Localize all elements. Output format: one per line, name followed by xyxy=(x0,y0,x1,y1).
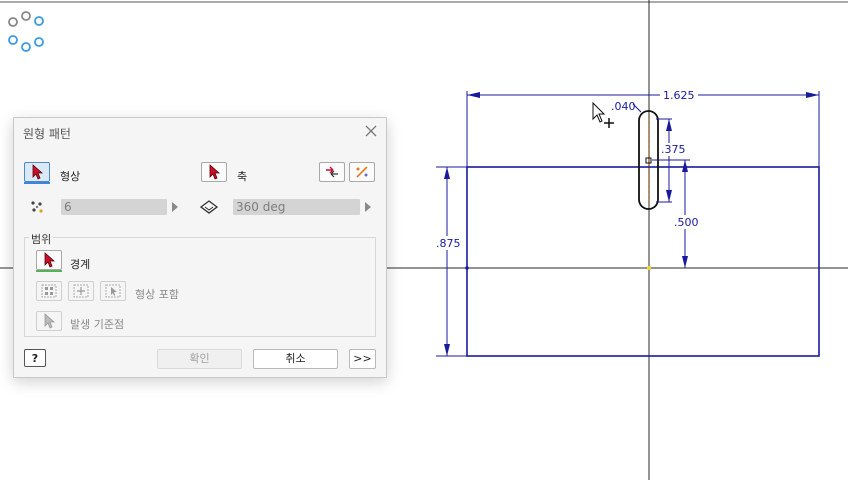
dimension-slot-depth[interactable]: .500 xyxy=(652,159,699,268)
angle-spin-icon[interactable] xyxy=(364,201,372,213)
flip-direction-icon xyxy=(326,166,338,178)
grid-select-inner-icon xyxy=(73,284,89,298)
circular-pattern-dialog: 원형 패턴 형상 축 6 360 deg 범위 경계 형상 포함 발생 기준점 … xyxy=(13,117,387,378)
include-inner-button[interactable] xyxy=(68,281,94,301)
midplane-button[interactable] xyxy=(349,162,375,182)
dimension-slot-depth-text: .500 xyxy=(674,216,699,229)
grid-select-all-icon xyxy=(41,284,57,298)
extents-group-title: 범위 xyxy=(29,231,54,247)
boundary-status-underline xyxy=(36,270,62,272)
cursor-arrow-icon xyxy=(44,313,56,329)
grid-select-pick-icon xyxy=(105,284,121,298)
base-point-button[interactable] xyxy=(36,311,62,331)
cancel-button[interactable]: 취소 xyxy=(253,349,338,369)
cursor-arrow-icon xyxy=(209,164,221,180)
base-point-label: 발생 기준점 xyxy=(70,318,125,331)
geometry-select-button[interactable] xyxy=(24,162,50,182)
cursor-arrow-icon xyxy=(32,164,44,180)
dialog-title: 원형 패턴 xyxy=(23,127,71,141)
dimension-overall-width[interactable]: 1.625 xyxy=(466,88,820,167)
more-options-button[interactable]: >> xyxy=(349,349,376,369)
pattern-angle-icon xyxy=(200,200,218,214)
corner-point xyxy=(465,266,469,270)
boundary-label: 경계 xyxy=(70,258,91,271)
dimension-height-text: .875 xyxy=(436,237,461,250)
angle-field[interactable]: 360 deg xyxy=(233,199,360,215)
sketch-rectangle[interactable] xyxy=(466,166,820,357)
include-all-button[interactable] xyxy=(36,281,62,301)
flip-direction-button[interactable] xyxy=(319,162,345,182)
cursor-arrow-icon xyxy=(44,252,56,268)
pattern-count-icon xyxy=(31,201,43,213)
include-features-label: 형상 포함 xyxy=(135,288,179,301)
midplane-icon xyxy=(356,166,368,178)
axis-label: 축 xyxy=(237,170,248,183)
count-spin-icon[interactable] xyxy=(171,201,179,213)
active-selection-underline xyxy=(24,182,50,184)
axis-select-button[interactable] xyxy=(201,162,227,182)
dimension-slot-offset-text: .040 xyxy=(611,100,636,113)
dimension-slot-offset[interactable]: .040 xyxy=(611,100,642,113)
ok-button[interactable]: 확인 xyxy=(157,349,242,369)
dimension-overall-width-text: 1.625 xyxy=(663,89,695,102)
help-button[interactable]: ? xyxy=(24,349,46,367)
count-field[interactable]: 6 xyxy=(61,199,167,215)
help-icon: ? xyxy=(31,352,39,365)
close-icon[interactable] xyxy=(364,124,378,138)
loading-spinner-icon xyxy=(8,11,44,52)
dimension-height[interactable]: .875 xyxy=(435,166,467,357)
boundary-select-button[interactable] xyxy=(36,250,62,270)
include-pick-button[interactable] xyxy=(100,281,126,301)
origin-point xyxy=(647,266,651,270)
dimension-slot-width-text: .375 xyxy=(661,143,686,156)
geometry-label: 형상 xyxy=(60,170,81,183)
